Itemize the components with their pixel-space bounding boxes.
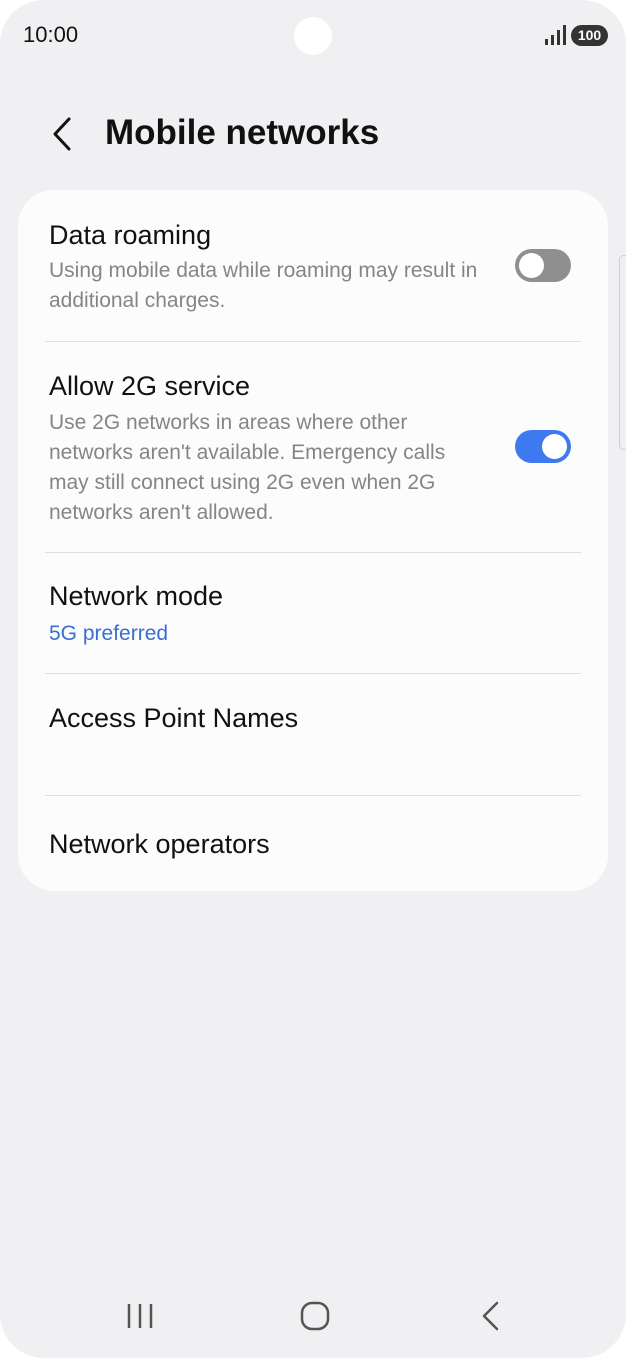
- phone-screen: 10:00 100 Mobile networks Data roaming U…: [0, 0, 626, 1358]
- network-mode-row[interactable]: Network mode 5G preferred: [18, 553, 608, 673]
- data-roaming-title: Data roaming: [49, 220, 212, 250]
- camera-cutout: [294, 17, 332, 55]
- settings-card: Data roaming Using mobile data while roa…: [18, 190, 608, 891]
- signal-bars-icon: [545, 25, 566, 45]
- allow-2g-toggle[interactable]: [515, 430, 571, 463]
- access-point-names-title: Access Point Names: [49, 703, 299, 733]
- network-operators-row[interactable]: Network operators: [18, 796, 608, 891]
- recents-icon: [127, 1304, 153, 1328]
- battery-indicator: 100: [571, 25, 608, 46]
- data-roaming-row[interactable]: Data roaming Using mobile data while roa…: [18, 190, 608, 341]
- allow-2g-title: Allow 2G service: [49, 371, 251, 401]
- allow-2g-description: Use 2G networks in areas where other net…: [49, 411, 446, 524]
- toggle-knob: [519, 253, 544, 278]
- back-chevron-icon: [482, 1301, 499, 1331]
- data-roaming-toggle[interactable]: [515, 249, 571, 282]
- page-title: Mobile networks: [105, 113, 380, 152]
- toggle-knob: [542, 434, 567, 459]
- access-point-names-row[interactable]: Access Point Names: [18, 674, 608, 795]
- home-button[interactable]: [285, 1290, 345, 1342]
- status-time: 10:00: [23, 22, 79, 47]
- home-icon: [300, 1301, 330, 1331]
- chevron-left-icon: [53, 117, 71, 151]
- network-operators-title: Network operators: [49, 829, 270, 859]
- scroll-indicator[interactable]: [619, 255, 626, 450]
- nav-back-button[interactable]: [460, 1290, 520, 1342]
- back-button[interactable]: [40, 110, 84, 158]
- network-mode-title: Network mode: [49, 581, 224, 611]
- network-mode-value: 5G preferred: [49, 622, 169, 645]
- data-roaming-description: Using mobile data while roaming may resu…: [49, 259, 478, 312]
- recents-button[interactable]: [110, 1290, 170, 1342]
- allow-2g-row[interactable]: Allow 2G service Use 2G networks in area…: [18, 342, 608, 552]
